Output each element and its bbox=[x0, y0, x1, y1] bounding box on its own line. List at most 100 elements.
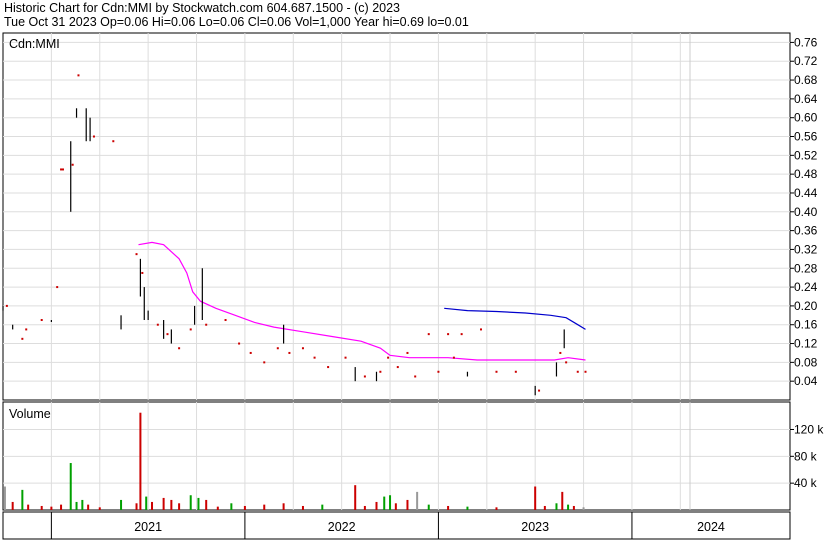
price-dot bbox=[559, 351, 562, 354]
price-y-tick-label: 0.36 bbox=[794, 224, 818, 238]
price-y-tick-label: 0.40 bbox=[794, 205, 818, 219]
price-dot bbox=[452, 356, 455, 359]
volume-bar bbox=[416, 491, 419, 510]
price-dot bbox=[224, 319, 227, 322]
volume-bar bbox=[3, 486, 6, 510]
volume-y-tick-label: 120 k bbox=[794, 422, 824, 436]
price-y-tick-label: 0.48 bbox=[794, 167, 818, 181]
volume-bar bbox=[27, 504, 30, 510]
volume-bar bbox=[263, 504, 266, 510]
year-label: 2023 bbox=[521, 520, 549, 534]
price-panel-label: Cdn:MMI bbox=[9, 37, 60, 51]
volume-bar bbox=[534, 486, 537, 510]
volume-bar bbox=[120, 499, 123, 510]
price-dot bbox=[313, 356, 316, 359]
volume-bar bbox=[98, 507, 101, 510]
volume-bar bbox=[427, 504, 430, 510]
volume-bar bbox=[69, 463, 72, 510]
volume-bar bbox=[301, 505, 304, 510]
price-dot bbox=[406, 351, 409, 354]
price-y-tick-label: 0.04 bbox=[794, 374, 818, 388]
volume-bar bbox=[375, 501, 378, 510]
price-dot bbox=[135, 253, 138, 256]
price-y-tick-label: 0.68 bbox=[794, 73, 818, 87]
volume-bar bbox=[389, 495, 392, 510]
price-dot bbox=[396, 366, 399, 369]
price-dot bbox=[60, 168, 63, 171]
price-dot bbox=[427, 333, 430, 336]
price-dot bbox=[276, 347, 279, 350]
price-y-tick-label: 0.60 bbox=[794, 111, 818, 125]
price-dot bbox=[495, 370, 498, 373]
price-series bbox=[2, 74, 587, 396]
volume-y-tick-label: 80 k bbox=[794, 449, 818, 463]
volume-bar bbox=[466, 506, 469, 510]
price-dot bbox=[21, 337, 24, 340]
moving-average-long-line bbox=[444, 307, 586, 330]
volume-bar bbox=[21, 489, 24, 510]
volume-bar bbox=[230, 503, 233, 510]
price-dot bbox=[460, 333, 463, 336]
price-y-tick-label: 0.76 bbox=[794, 35, 818, 49]
price-y-tick-label: 0.72 bbox=[794, 54, 818, 68]
price-y-tick-label: 0.56 bbox=[794, 130, 818, 144]
volume-bar bbox=[354, 485, 357, 510]
price-dot bbox=[71, 163, 74, 166]
volume-bar bbox=[81, 499, 84, 510]
volume-bar bbox=[60, 504, 63, 510]
price-dot bbox=[447, 333, 450, 336]
volume-bar bbox=[87, 504, 90, 510]
year-label: 2024 bbox=[697, 520, 725, 534]
volume-bar bbox=[205, 499, 208, 510]
volume-panel-label: Volume bbox=[9, 407, 51, 421]
price-dot bbox=[437, 370, 440, 373]
volume-bar bbox=[170, 499, 173, 510]
volume-bar bbox=[139, 412, 142, 510]
price-dot bbox=[156, 323, 159, 326]
price-dot bbox=[538, 389, 541, 392]
volume-bar bbox=[383, 496, 386, 510]
price-panel-frame bbox=[2, 32, 791, 401]
volume-bar bbox=[282, 503, 285, 510]
price-y-tick-label: 0.16 bbox=[794, 318, 818, 332]
price-dot bbox=[40, 319, 43, 322]
volume-bar bbox=[495, 507, 498, 510]
volume-bar bbox=[243, 505, 246, 510]
grid-lines bbox=[3, 33, 790, 510]
price-dot bbox=[263, 361, 266, 364]
price-y-tick-label: 0.20 bbox=[794, 299, 818, 313]
price-dot bbox=[178, 347, 181, 350]
price-dot bbox=[363, 375, 366, 378]
price-dot bbox=[514, 370, 517, 373]
volume-y-axis: 120 k 80 k 40 k bbox=[790, 422, 824, 490]
price-y-axis: 0.76 0.72 0.68 0.64 0.60 0.56 0.52 0.48 0.44 0.40… bbox=[790, 35, 818, 388]
volume-bar bbox=[321, 504, 324, 510]
price-dot bbox=[238, 342, 241, 345]
price-y-tick-label: 0.12 bbox=[794, 337, 818, 351]
volume-bar bbox=[75, 501, 78, 510]
price-y-tick-label: 0.52 bbox=[794, 148, 818, 162]
price-dot bbox=[565, 361, 568, 364]
volume-series bbox=[3, 412, 585, 510]
volume-bar bbox=[216, 506, 219, 510]
price-dot bbox=[189, 328, 192, 331]
year-axis-frame bbox=[2, 511, 791, 540]
price-y-tick-label: 0.28 bbox=[794, 261, 818, 275]
price-dot bbox=[141, 271, 144, 274]
price-dot bbox=[5, 304, 8, 307]
volume-bar bbox=[197, 497, 200, 510]
price-y-tick-label: 0.64 bbox=[794, 92, 818, 106]
price-y-tick-label: 0.08 bbox=[794, 355, 818, 369]
price-dot bbox=[387, 356, 390, 359]
year-label: 2021 bbox=[134, 520, 162, 534]
price-dot bbox=[301, 347, 304, 350]
volume-bar bbox=[162, 497, 165, 510]
volume-bar bbox=[151, 501, 154, 510]
price-dot bbox=[379, 370, 382, 373]
price-volume-chart: 0.76 0.72 0.68 0.64 0.60 0.56 0.52 0.48 0.44 0.40… bbox=[2, 32, 824, 540]
year-axis: 2021 2022 2023 2024 bbox=[50, 512, 725, 539]
price-y-tick-label: 0.32 bbox=[794, 242, 818, 256]
price-dot bbox=[56, 286, 59, 289]
price-dot bbox=[249, 351, 252, 354]
price-y-tick-label: 0.24 bbox=[794, 280, 818, 294]
